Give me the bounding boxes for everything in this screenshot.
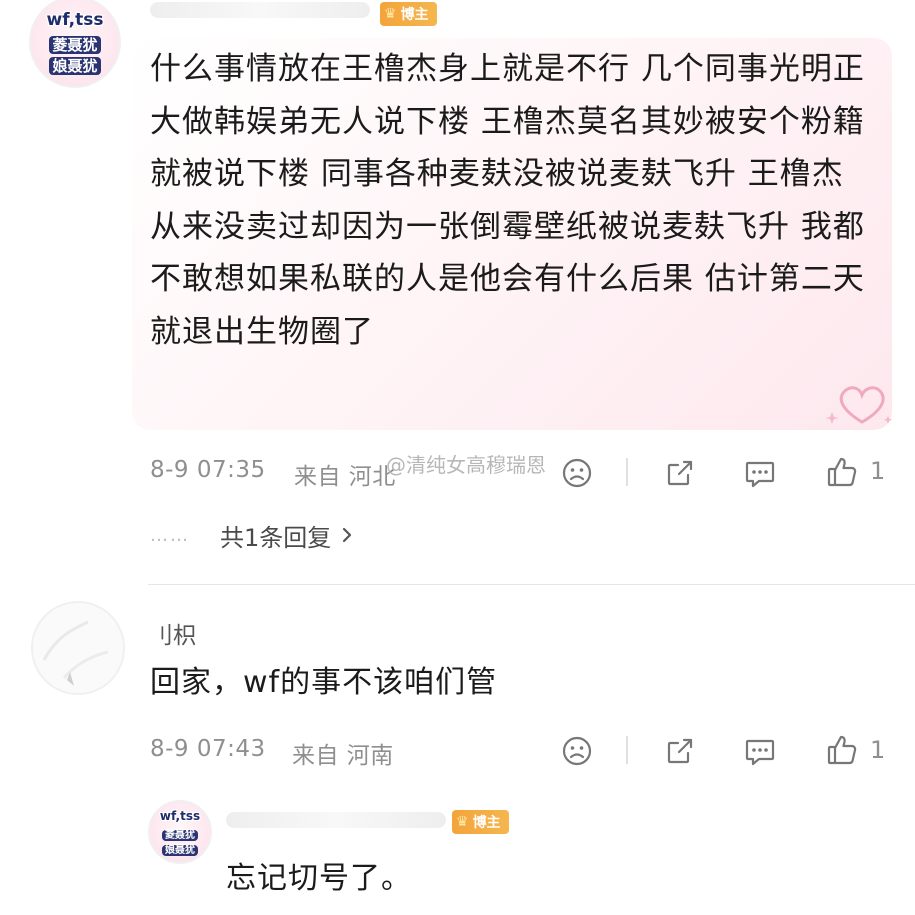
avatar[interactable]: wf,tss 菱聂犹 娘聂犹 [29,0,121,88]
heart-sticker-icon [822,378,894,432]
avatar-text: wf,tss [46,10,104,30]
avatar-text: 娘聂犹 [150,841,210,856]
divider [626,736,628,764]
crown-icon: ♛ [384,6,397,22]
blogger-badge: ♛ 博主 [380,2,437,26]
username-blurred [226,812,446,828]
view-replies-link[interactable]: …… 共1条回复 [150,518,355,553]
comment-location: 来自 河北 [294,464,396,490]
comment-divider [148,584,915,585]
comment-icon[interactable] [740,733,780,769]
avatar-text: wf,tss [159,809,201,823]
sad-face-icon[interactable] [557,733,597,769]
avatar[interactable]: wf,tss 菱聂犹 娘聂犹 [148,800,212,864]
avatar-text: 菱聂犹 [31,34,119,55]
avatar-text: 娘聂犹 [31,55,119,76]
watermark: @清纯女高穆瑞恩 [386,453,546,477]
badge-label: 博主 [472,815,501,831]
share-icon[interactable] [660,733,700,769]
username-blurred [150,2,370,18]
avatar-text: 菱聂犹 [150,826,210,841]
reply-text: 忘记切号了。 [226,861,412,896]
comment-icon[interactable] [740,455,780,491]
dots: …… [150,525,190,546]
comment-text: 回家，wf的事不该咱们管 [150,665,498,700]
comment-time: 8-9 07:35 [150,457,266,483]
like-count: 1 [870,736,886,764]
thumbs-up-icon[interactable] [822,453,862,491]
crown-icon: ♛ [456,814,469,830]
comment-location: 来自 河南 [292,743,394,769]
username[interactable]: 刂枳 [150,616,196,650]
badge-label: 博主 [400,7,429,23]
like-count: 1 [870,457,886,485]
comment-time: 8-9 07:43 [150,736,266,762]
sad-face-icon[interactable] [557,455,597,491]
blogger-badge: ♛ 博主 [452,810,509,834]
divider [626,458,628,486]
avatar[interactable] [30,600,126,696]
share-icon[interactable] [660,455,700,491]
replies-label: 共1条回复 [220,524,332,552]
comment-text: 什么事情放在王橹杰身上就是不行 几个同事光明正大做韩娱弟无人说下楼 王橹杰莫名其… [150,51,865,350]
thumbs-up-icon[interactable] [822,731,862,769]
chevron-right-icon [339,522,355,550]
